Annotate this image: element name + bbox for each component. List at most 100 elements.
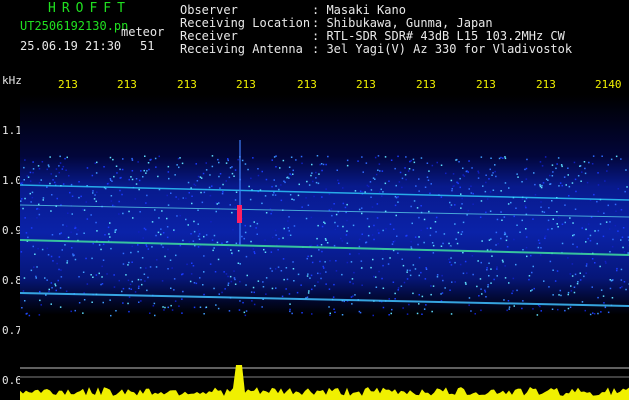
noise-speckle: [512, 277, 515, 280]
noise-speckle: [178, 166, 180, 169]
noise-speckle: [31, 196, 34, 199]
noise-speckle: [265, 178, 268, 181]
y-tick: 0.6: [2, 374, 22, 387]
noise-speckle: [128, 287, 131, 290]
noise-speckle: [533, 172, 535, 174]
noise-speckle: [605, 262, 607, 264]
noise-speckle: [361, 233, 363, 235]
noise-speckle: [30, 227, 33, 229]
noise-speckle: [131, 157, 133, 160]
noise-speckle: [151, 221, 154, 223]
noise-speckle: [137, 250, 139, 253]
noise-speckle: [270, 212, 272, 215]
noise-speckle: [74, 225, 76, 228]
noise-speckle: [130, 288, 132, 290]
noise-speckle: [425, 267, 427, 269]
noise-speckle: [39, 299, 41, 302]
noise-speckle: [329, 314, 331, 316]
noise-speckle: [176, 215, 178, 217]
noise-speckle: [486, 198, 489, 200]
noise-speckle: [95, 221, 97, 224]
noise-speckle: [274, 229, 277, 232]
noise-speckle: [62, 165, 65, 168]
y-tick: 0.9: [2, 224, 22, 237]
noise-speckle: [221, 291, 223, 294]
noise-speckle: [316, 244, 319, 247]
noise-speckle: [121, 290, 123, 293]
noise-speckle: [31, 191, 34, 194]
noise-speckle: [530, 254, 532, 257]
noise-speckle: [575, 190, 577, 193]
noise-speckle: [263, 248, 265, 251]
noise-speckle: [190, 273, 193, 275]
noise-speckle: [381, 277, 383, 280]
noise-speckle: [411, 222, 413, 225]
noise-speckle: [141, 283, 143, 286]
noise-speckle: [358, 245, 361, 248]
noise-speckle: [435, 231, 437, 233]
noise-speckle: [466, 214, 468, 216]
noise-speckle: [222, 183, 224, 186]
noise-speckle: [22, 290, 25, 292]
noise-speckle: [241, 159, 244, 162]
noise-speckle: [51, 194, 53, 196]
noise-speckle: [138, 179, 141, 182]
noise-speckle: [21, 181, 24, 184]
noise-speckle: [148, 168, 150, 171]
noise-speckle: [312, 180, 314, 183]
noise-speckle: [74, 227, 76, 229]
noise-speckle: [103, 166, 105, 168]
noise-speckle: [119, 177, 121, 179]
noise-speckle: [460, 207, 462, 209]
noise-speckle: [265, 277, 268, 279]
noise-speckle: [534, 194, 537, 196]
noise-speckle: [96, 161, 98, 164]
noise-speckle: [346, 164, 349, 167]
noise-speckle: [451, 188, 453, 190]
noise-speckle: [140, 170, 142, 172]
noise-speckle: [418, 294, 420, 296]
noise-speckle: [66, 262, 68, 264]
noise-speckle: [85, 257, 87, 260]
noise-speckle: [173, 278, 176, 280]
noise-speckle: [625, 169, 627, 171]
noise-speckle: [434, 221, 437, 223]
noise-speckle: [549, 183, 551, 185]
noise-speckle: [461, 203, 463, 205]
noise-speckle: [316, 237, 318, 240]
noise-speckle: [594, 230, 596, 232]
noise-speckle: [342, 202, 345, 205]
noise-speckle: [32, 245, 34, 248]
noise-speckle: [137, 244, 139, 246]
noise-speckle: [74, 258, 77, 261]
noise-speckle: [511, 292, 513, 295]
noise-speckle: [42, 197, 45, 199]
noise-speckle: [560, 294, 562, 297]
noise-speckle: [100, 248, 102, 251]
noise-speckle: [525, 236, 528, 238]
noise-speckle: [25, 232, 28, 234]
noise-speckle: [24, 197, 26, 200]
noise-speckle: [193, 183, 195, 186]
noise-speckle: [361, 267, 363, 269]
noise-speckle: [243, 237, 245, 240]
noise-speckle: [397, 289, 399, 291]
noise-speckle: [544, 237, 546, 240]
noise-speckle: [450, 313, 453, 315]
noise-speckle: [59, 162, 62, 164]
noise-speckle: [205, 234, 208, 236]
noise-speckle: [104, 234, 106, 236]
noise-speckle: [405, 156, 407, 158]
noise-speckle: [408, 168, 411, 170]
noise-speckle: [76, 233, 78, 235]
noise-speckle: [484, 289, 486, 292]
noise-speckle: [36, 266, 38, 268]
noise-speckle: [306, 257, 308, 260]
noise-speckle: [441, 274, 443, 277]
noise-speckle: [109, 156, 112, 159]
noise-speckle: [452, 173, 455, 175]
noise-speckle: [121, 193, 123, 196]
noise-speckle: [420, 205, 422, 207]
noise-speckle: [468, 188, 470, 190]
noise-speckle: [569, 273, 572, 275]
